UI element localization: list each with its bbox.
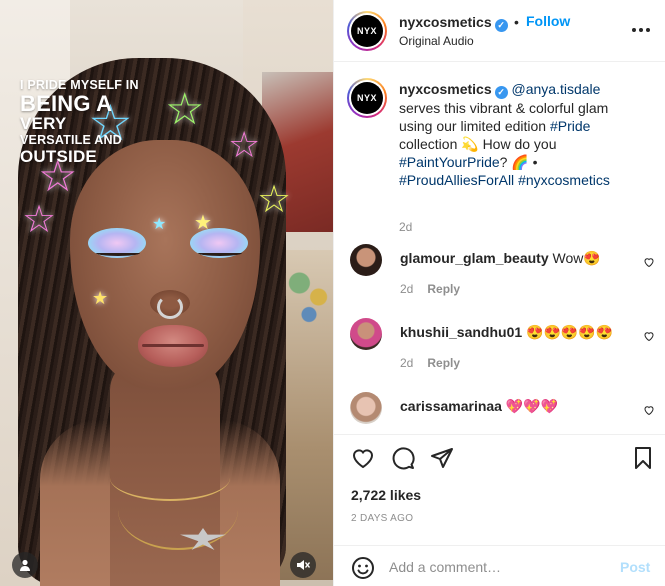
comment-text: carissamarinaa 💖💖💖 bbox=[400, 397, 630, 415]
comment-timestamp[interactable]: 2d bbox=[400, 356, 413, 370]
lip-line bbox=[142, 344, 204, 347]
comment-body: 💖💖💖 bbox=[505, 398, 559, 414]
neon-star-sticker: ☆ bbox=[257, 177, 292, 221]
face-star: ★ bbox=[152, 214, 167, 233]
emoji-smiley-icon[interactable] bbox=[351, 556, 375, 580]
comment-meta: 2d Reply bbox=[400, 356, 460, 370]
caption-text: nyxcosmetics ✓ @anya.tisdale serves this … bbox=[399, 80, 644, 189]
gold-necklace-long bbox=[118, 470, 238, 550]
hashtag-link[interactable]: #Pride bbox=[550, 118, 590, 134]
separator-dot: • bbox=[514, 14, 519, 30]
comments-list: NYX nyxcosmetics ✓ @anya.tisdale serves t… bbox=[334, 62, 665, 434]
comment-username[interactable]: glamour_glam_beauty bbox=[400, 250, 549, 266]
comment-meta: 2d Reply bbox=[400, 282, 460, 296]
comment-item: glamour_glam_beauty Wow😍 2d Reply bbox=[347, 244, 657, 306]
caption-timestamp[interactable]: 2d bbox=[399, 220, 412, 234]
reply-button[interactable]: Reply bbox=[427, 282, 460, 296]
avatar[interactable] bbox=[350, 318, 382, 350]
post-comment-button[interactable]: Post bbox=[620, 559, 650, 575]
person-icon bbox=[20, 559, 30, 571]
like-comment-heart-icon[interactable] bbox=[643, 256, 655, 268]
comment-username[interactable]: carissamarinaa bbox=[400, 398, 502, 414]
more-options-icon[interactable] bbox=[631, 20, 651, 40]
avatar[interactable] bbox=[350, 244, 382, 276]
comment-body: 😍😍😍😍😍 bbox=[526, 324, 614, 340]
hashtag-link[interactable]: #nyxcosmetics bbox=[518, 172, 610, 188]
username-text: nyxcosmetics bbox=[399, 14, 492, 30]
caption-body: ? 🌈 • bbox=[499, 154, 538, 170]
like-heart-icon[interactable] bbox=[351, 446, 375, 470]
audio-label[interactable]: Original Audio bbox=[399, 34, 474, 48]
overlay-line: VERY bbox=[20, 114, 67, 133]
reply-button[interactable]: Reply bbox=[427, 356, 460, 370]
comment-body: Wow😍 bbox=[552, 250, 601, 266]
avatar[interactable] bbox=[350, 392, 382, 424]
right-eye bbox=[198, 250, 242, 256]
add-comment-bar: Post bbox=[334, 545, 665, 586]
face-star: ★ bbox=[92, 288, 109, 309]
verified-badge-icon: ✓ bbox=[494, 19, 508, 32]
comment-item: carissamarinaa 💖💖💖 bbox=[347, 392, 657, 434]
nyx-logo: NYX bbox=[351, 82, 383, 114]
hashtag-link[interactable]: #ProudAlliesForAll bbox=[399, 172, 514, 188]
like-comment-heart-icon[interactable] bbox=[643, 404, 655, 416]
overlay-line: BEING A bbox=[20, 91, 113, 116]
left-eye bbox=[96, 250, 140, 256]
follow-button[interactable]: Follow bbox=[526, 13, 570, 29]
caption-username[interactable]: nyxcosmetics bbox=[399, 81, 492, 97]
comment-text: khushii_sandhu01 😍😍😍😍😍 bbox=[400, 323, 630, 341]
share-paper-plane-icon[interactable] bbox=[430, 446, 454, 470]
audio-toggle-button[interactable] bbox=[290, 552, 316, 578]
caption-body: collection 💫 How do you bbox=[399, 136, 557, 152]
video-caption-overlay: I PRIDE MYSELF IN BEING A VERY VERSATILE… bbox=[20, 78, 170, 166]
comment-username[interactable]: khushii_sandhu01 bbox=[400, 324, 522, 340]
overlay-line: OUTSIDE bbox=[20, 147, 97, 166]
like-count[interactable]: 2,722 likes bbox=[351, 487, 421, 503]
tagged-users-button[interactable] bbox=[12, 552, 38, 578]
post-actions: 2,722 likes 2 DAYS AGO bbox=[334, 434, 665, 532]
comment-input[interactable] bbox=[389, 556, 609, 578]
speaker-muted-icon bbox=[297, 560, 310, 570]
overlay-line: VERSATILE AND bbox=[20, 133, 122, 147]
neon-star-sticker: ☆ bbox=[165, 84, 205, 135]
post-date[interactable]: 2 DAYS AGO bbox=[351, 513, 413, 524]
comment-item: khushii_sandhu01 😍😍😍😍😍 2d Reply bbox=[347, 318, 657, 380]
verified-badge-icon: ✓ bbox=[494, 86, 508, 99]
post-media[interactable]: ☆ ☆ ☆ ☆ ☆ ☆ ★ ★ ★ I PRIDE MYSELF IN BEIN… bbox=[0, 0, 333, 586]
comment-bubble-icon[interactable] bbox=[391, 446, 415, 470]
comment-timestamp[interactable]: 2d bbox=[400, 282, 413, 296]
header-username[interactable]: nyxcosmetics ✓ bbox=[399, 14, 508, 32]
mention-link[interactable]: @anya.tisdale bbox=[512, 81, 601, 97]
septum-ring bbox=[157, 295, 183, 319]
face-star: ★ bbox=[194, 210, 212, 234]
hashtag-link[interactable]: #PaintYourPride bbox=[399, 154, 500, 170]
neon-star-sticker: ☆ bbox=[228, 125, 261, 166]
nyx-logo: NYX bbox=[351, 15, 383, 47]
avatar[interactable]: NYX bbox=[347, 78, 387, 118]
avatar[interactable]: NYX bbox=[347, 11, 387, 51]
shelf-figurines bbox=[285, 255, 333, 325]
post-header: NYX nyxcosmetics ✓ • Follow Original Audi… bbox=[334, 0, 665, 62]
comment-text: glamour_glam_beauty Wow😍 bbox=[400, 249, 630, 267]
neon-star-sticker: ☆ bbox=[22, 197, 57, 241]
post-details-panel: NYX nyxcosmetics ✓ • Follow Original Audi… bbox=[333, 0, 665, 586]
like-comment-heart-icon[interactable] bbox=[643, 330, 655, 342]
save-bookmark-icon[interactable] bbox=[631, 446, 655, 470]
